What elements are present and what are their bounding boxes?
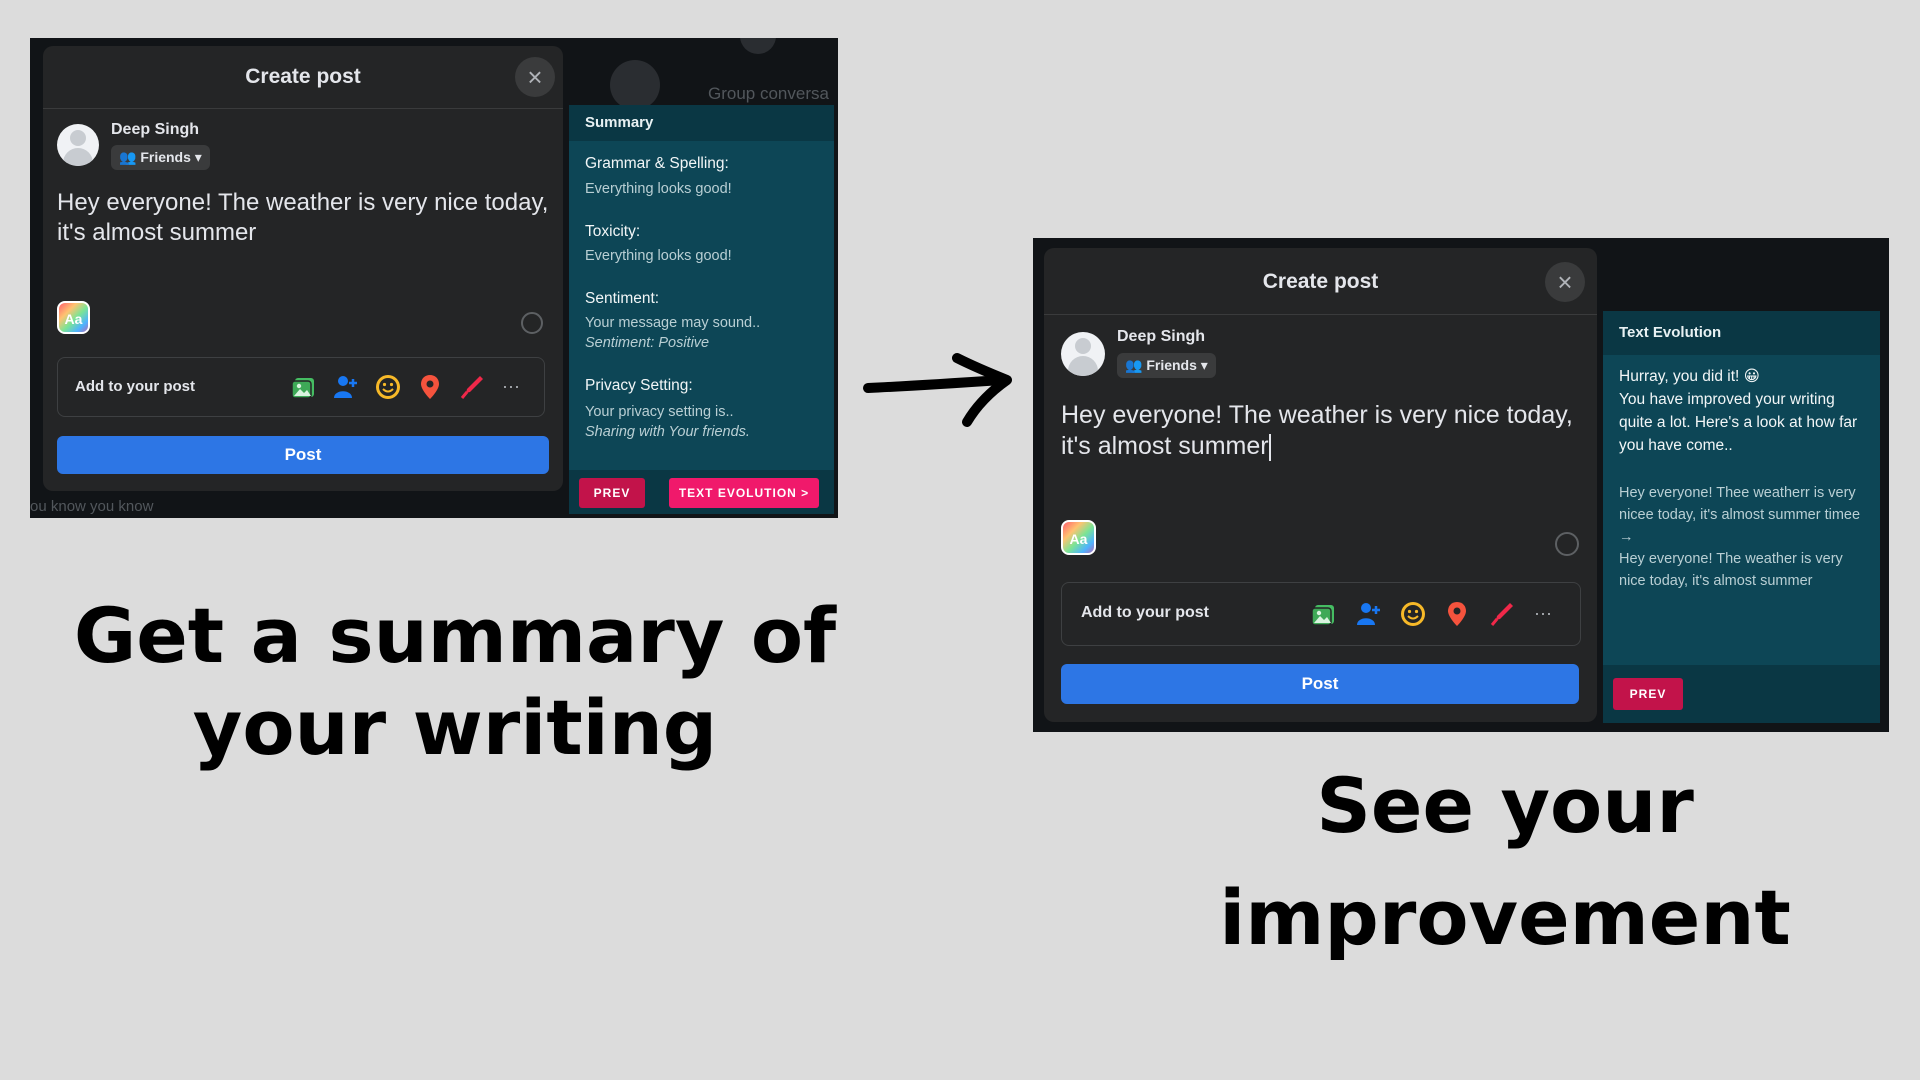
sentiment-body: Your message may sound.. bbox=[585, 315, 761, 331]
post-text-content: Hey everyone! The weather is very nice t… bbox=[1061, 401, 1573, 460]
add-to-post-label-2: Add to your post bbox=[1081, 604, 1209, 621]
prev-button[interactable]: PREV bbox=[579, 478, 645, 508]
privacy-title: Privacy Setting: bbox=[585, 377, 693, 394]
modal-title-2: Create post bbox=[1262, 270, 1379, 293]
avatar-2[interactable] bbox=[1061, 332, 1105, 376]
improvement-caption: See your improvement bbox=[1160, 750, 1850, 974]
create-post-modal: Create post × Deep Singh 👥 Friends ▾ Hey… bbox=[43, 46, 563, 491]
summary-caption-line1: Get a summary of bbox=[73, 591, 837, 680]
grammar-title: Grammar & Spelling: bbox=[585, 155, 729, 172]
evolution-message: Hurray, you did it! 😀 You have improved … bbox=[1619, 365, 1869, 457]
summary-caption: Get a summary of your writing bbox=[60, 590, 850, 774]
evolution-arrow: → bbox=[1619, 529, 1634, 545]
grammar-body: Everything looks good! bbox=[585, 181, 732, 197]
background-group-text: Group conversa bbox=[708, 84, 829, 103]
close-icon: × bbox=[527, 62, 543, 92]
close-icon: × bbox=[1557, 267, 1573, 297]
sentiment-note: Sentiment: Positive bbox=[585, 335, 710, 351]
modal-header-2: Create post × bbox=[1044, 248, 1597, 315]
evolution-footer: PREV bbox=[1603, 665, 1880, 723]
user-name-2[interactable]: Deep Singh bbox=[1117, 328, 1205, 346]
summary-footer: PREV TEXT EVOLUTION > bbox=[569, 470, 834, 514]
text-before: Hey everyone! Thee weatherr is very nice… bbox=[1619, 485, 1861, 523]
add-to-post-label: Add to your post bbox=[75, 378, 195, 395]
text-style-icon[interactable]: Aa bbox=[1061, 520, 1096, 555]
friends-icon: 👥 bbox=[1125, 357, 1143, 373]
post-button[interactable]: Post bbox=[57, 436, 549, 474]
location-icon[interactable] bbox=[1443, 600, 1471, 628]
evolution-intro: You have improved your writing quite a l… bbox=[1619, 391, 1858, 454]
summary-caption-line2: your writing bbox=[192, 683, 718, 772]
close-button-2[interactable]: × bbox=[1545, 262, 1585, 302]
caret-down-icon: ▾ bbox=[1200, 357, 1208, 373]
toxicity-body: Everything looks good! bbox=[585, 248, 732, 264]
text-evolution-button[interactable]: TEXT EVOLUTION > bbox=[669, 478, 819, 508]
add-to-post-box-2: Add to your post ··· bbox=[1061, 582, 1581, 646]
privacy-label-2: Friends bbox=[1146, 357, 1197, 373]
friends-icon: 👥 bbox=[119, 149, 137, 165]
evolution-cheer: Hurray, you did it! 😀 bbox=[1619, 368, 1760, 385]
privacy-selector-2[interactable]: 👥 Friends ▾ bbox=[1117, 353, 1216, 378]
caret-down-icon: ▾ bbox=[194, 149, 202, 165]
evolution-comparison: Hey everyone! Thee weatherr is very nice… bbox=[1619, 482, 1869, 592]
live-icon[interactable] bbox=[1488, 600, 1516, 628]
improvement-caption-line2: improvement bbox=[1219, 873, 1791, 962]
more-icon[interactable]: ··· bbox=[502, 376, 520, 397]
feeling-icon[interactable] bbox=[374, 373, 402, 401]
photo-icon[interactable] bbox=[290, 373, 318, 401]
text-style-icon[interactable]: Aa bbox=[57, 301, 90, 334]
photo-icon[interactable] bbox=[1310, 600, 1338, 628]
sentiment-title: Sentiment: bbox=[585, 290, 660, 307]
emoji-icon[interactable] bbox=[1555, 532, 1579, 556]
add-to-post-box: Add to your post ··· bbox=[57, 357, 545, 417]
avatar[interactable] bbox=[57, 124, 99, 166]
summary-header: Summary bbox=[569, 105, 834, 141]
summary-screenshot: Group conversa ou know you know Create p… bbox=[30, 38, 838, 518]
prev-button-2[interactable]: PREV bbox=[1613, 678, 1683, 710]
create-post-modal-2: Create post × Deep Singh 👥 Friends ▾ Hey… bbox=[1044, 248, 1597, 722]
arrow-icon bbox=[863, 353, 1012, 427]
emoji-icon[interactable] bbox=[521, 312, 543, 334]
post-text-input[interactable]: Hey everyone! The weather is very nice t… bbox=[57, 188, 552, 248]
modal-header: Create post × bbox=[43, 46, 563, 109]
post-text-input-2[interactable]: Hey everyone! The weather is very nice t… bbox=[1061, 400, 1591, 462]
evolution-screenshot: Create post × Deep Singh 👥 Friends ▾ Hey… bbox=[1033, 238, 1889, 732]
background-arrow-button bbox=[610, 60, 660, 110]
background-chat-text: ou know you know bbox=[30, 498, 154, 515]
text-cursor bbox=[1268, 433, 1271, 461]
privacy-label: Friends bbox=[140, 149, 191, 165]
live-icon[interactable] bbox=[458, 373, 486, 401]
privacy-body: Your privacy setting is.. bbox=[585, 404, 734, 420]
tag-people-icon[interactable] bbox=[332, 373, 360, 401]
modal-title: Create post bbox=[245, 65, 361, 88]
tag-people-icon[interactable] bbox=[1355, 600, 1383, 628]
location-icon[interactable] bbox=[416, 373, 444, 401]
text-evolution-header: Text Evolution bbox=[1603, 311, 1880, 355]
privacy-selector[interactable]: 👥 Friends ▾ bbox=[111, 145, 210, 170]
more-icon[interactable]: ··· bbox=[1534, 603, 1552, 624]
improvement-caption-line1: See your bbox=[1316, 761, 1694, 850]
post-button-2[interactable]: Post bbox=[1061, 664, 1579, 704]
toxicity-title: Toxicity: bbox=[585, 223, 641, 240]
summary-panel: Summary Grammar & Spelling: Everything l… bbox=[569, 105, 834, 514]
background-avatar bbox=[740, 38, 776, 54]
text-evolution-panel: Text Evolution Hurray, you did it! 😀 You… bbox=[1603, 311, 1880, 723]
privacy-note: Sharing with Your friends. bbox=[585, 424, 750, 440]
text-after: Hey everyone! The weather is very nice t… bbox=[1619, 551, 1843, 589]
close-button[interactable]: × bbox=[515, 57, 555, 97]
user-name[interactable]: Deep Singh bbox=[111, 121, 199, 139]
feeling-icon[interactable] bbox=[1399, 600, 1427, 628]
